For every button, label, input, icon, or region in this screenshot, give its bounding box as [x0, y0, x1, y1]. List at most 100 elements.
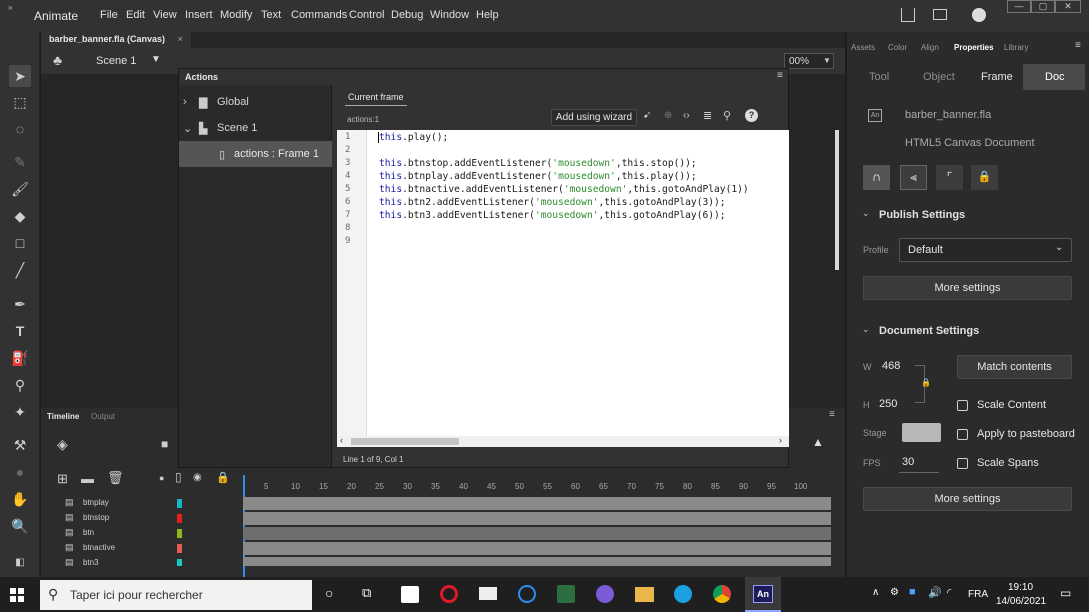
folder-icon[interactable]: ▬ [81, 471, 94, 486]
stage-color-swatch[interactable] [902, 423, 941, 442]
tray-chevron-icon[interactable]: ∧ [872, 587, 879, 598]
clock-date[interactable]: 14/06/2021 [996, 596, 1046, 607]
tree-item-global[interactable]: › ▇ Global [179, 89, 332, 115]
share-icon[interactable] [901, 8, 915, 22]
publish-settings-title[interactable]: Publish Settings [879, 209, 965, 221]
menu-modify[interactable]: Modify [220, 9, 252, 21]
language-indicator[interactable]: FRA [968, 589, 988, 600]
document-settings-title[interactable]: Document Settings [879, 325, 979, 337]
media-app-icon[interactable] [557, 585, 575, 603]
corner-tool-button[interactable]: ⌜ [936, 165, 963, 190]
windows-start-icon[interactable] [10, 588, 24, 602]
tab-timeline[interactable]: Timeline [47, 412, 79, 421]
tray-sync-icon[interactable]: ■ [909, 586, 916, 598]
scroll-left-icon[interactable]: ‹ [340, 435, 343, 445]
scene-name[interactable]: Scene 1 [96, 55, 136, 67]
subtab-doc[interactable]: Doc [1023, 64, 1085, 90]
layer-row[interactable]: ▤ btnstop [41, 511, 831, 526]
apply-to-pasteboard-checkbox[interactable] [957, 429, 968, 440]
maximize-button[interactable]: ▢ [1031, 0, 1055, 13]
animate-taskbar-icon[interactable]: An [745, 577, 781, 612]
layer-row[interactable]: ▤ btn [41, 526, 831, 541]
snap-magnet-button[interactable]: ∩ [863, 165, 890, 190]
code-brackets-icon[interactable]: ‹› [683, 110, 690, 121]
match-contents-button[interactable]: Match contents [957, 355, 1072, 379]
clubs-scene-icon[interactable]: ♣ [53, 52, 62, 68]
ccleaner-icon[interactable] [518, 585, 536, 603]
lasso-icon[interactable]: ◌ [9, 118, 31, 140]
code-editor[interactable]: 1 2 3 4 5 6 7 8 9 this.play(); this.btns… [337, 130, 839, 436]
eyedropper-icon[interactable]: ⚲ [9, 374, 31, 396]
chat-app-icon[interactable] [596, 585, 614, 603]
more-settings-button[interactable]: More settings [863, 276, 1072, 300]
format-code-icon[interactable]: ≣ [703, 109, 712, 122]
scroll-right-icon[interactable]: › [779, 435, 782, 445]
rectangle-icon[interactable]: □ [9, 232, 31, 254]
brush-icon[interactable]: 🖌 [9, 178, 31, 200]
menu-control[interactable]: Control [349, 9, 384, 21]
horizontal-scroll-thumb[interactable] [351, 438, 459, 445]
menu-window[interactable]: Window [430, 9, 469, 21]
layer-row[interactable]: ▤ btnactive [41, 541, 831, 556]
frame-span[interactable] [243, 512, 831, 525]
volume-icon[interactable]: 🔊 [928, 586, 942, 599]
test-movie-icon[interactable] [972, 8, 986, 22]
subtab-tool[interactable]: Tool [869, 71, 889, 83]
paint-bucket-icon[interactable]: ⛽ [9, 347, 31, 369]
menu-insert[interactable]: Insert [185, 9, 213, 21]
zoom-chevron-icon[interactable]: ▼ [823, 56, 831, 65]
menu-debug[interactable]: Debug [391, 9, 423, 21]
tab-properties[interactable]: Properties [954, 43, 994, 52]
tray-app-icon[interactable]: ⚙ [890, 587, 899, 598]
clock-time[interactable]: 19:10 [1008, 582, 1033, 593]
pencil-icon[interactable]: ✎ [9, 151, 31, 173]
highlight-icon[interactable]: ● [159, 473, 164, 483]
align-tool-button[interactable]: ⫷ [900, 165, 927, 190]
tree-item-scene[interactable]: ⌄ ▙ Scene 1 [179, 115, 332, 141]
free-transform-icon[interactable]: ⬚ [9, 91, 31, 113]
chevron-right-icon[interactable]: › [183, 96, 199, 108]
cortana-icon[interactable]: ○ [325, 585, 333, 601]
add-using-wizard-button[interactable]: Add using wizard [551, 109, 637, 126]
mail-icon[interactable] [479, 587, 497, 600]
chrome-icon[interactable] [713, 585, 731, 603]
layer-color-swatch[interactable] [177, 544, 182, 553]
frame-span[interactable] [243, 542, 831, 555]
pen-icon[interactable]: ✒ [9, 293, 31, 315]
opera-icon[interactable] [440, 585, 458, 603]
eye-hidden-icon[interactable]: ◉ [193, 472, 202, 483]
menu-edit[interactable]: Edit [126, 9, 145, 21]
chevron-down-icon[interactable]: ⌄ [183, 122, 199, 135]
horizontal-scrollbar-track[interactable]: ‹ › [337, 435, 789, 447]
lock-button[interactable]: 🔒 [971, 165, 998, 190]
chevron-down-icon[interactable]: ⌄ [862, 324, 870, 335]
line-icon[interactable]: ╱ [9, 259, 31, 281]
layer-row[interactable]: ▤ btnplay [41, 496, 831, 511]
frame-span[interactable] [243, 527, 831, 540]
bone-icon[interactable]: ⚒ [9, 434, 31, 456]
help-icon[interactable]: ? [745, 109, 758, 122]
menu-help[interactable]: Help [476, 9, 499, 21]
profile-select[interactable]: Default ⌄ [899, 238, 1072, 262]
add-layer-icon[interactable]: ⊞ [57, 471, 68, 487]
menu-view[interactable]: View [153, 9, 177, 21]
camera-tool-icon[interactable]: ● [9, 461, 31, 483]
lock-icon[interactable]: 🔒 [216, 471, 230, 484]
menu-commands[interactable]: Commands [291, 9, 347, 21]
frame-span[interactable] [243, 557, 831, 566]
file-explorer-icon[interactable] [635, 587, 654, 602]
tab-current-frame[interactable]: Current frame [348, 92, 404, 102]
menu-text[interactable]: Text [261, 9, 281, 21]
workspace-icon[interactable] [933, 9, 947, 20]
timeline-menu-icon[interactable]: ≡ [829, 409, 835, 420]
width-value[interactable]: 468 [882, 360, 900, 372]
layer-color-swatch[interactable] [177, 514, 182, 523]
color-swatch-icon[interactable]: ◧ [9, 555, 31, 569]
notification-icon[interactable]: ▭ [1060, 586, 1071, 600]
close-tab-icon[interactable]: × [178, 34, 183, 44]
store-icon[interactable] [401, 586, 419, 603]
edge-icon[interactable] [674, 585, 692, 603]
mountain-icon[interactable]: ▲ [812, 435, 824, 449]
outline-icon[interactable]: ▯ [175, 470, 182, 484]
target-icon[interactable]: ⊕ [664, 110, 672, 121]
